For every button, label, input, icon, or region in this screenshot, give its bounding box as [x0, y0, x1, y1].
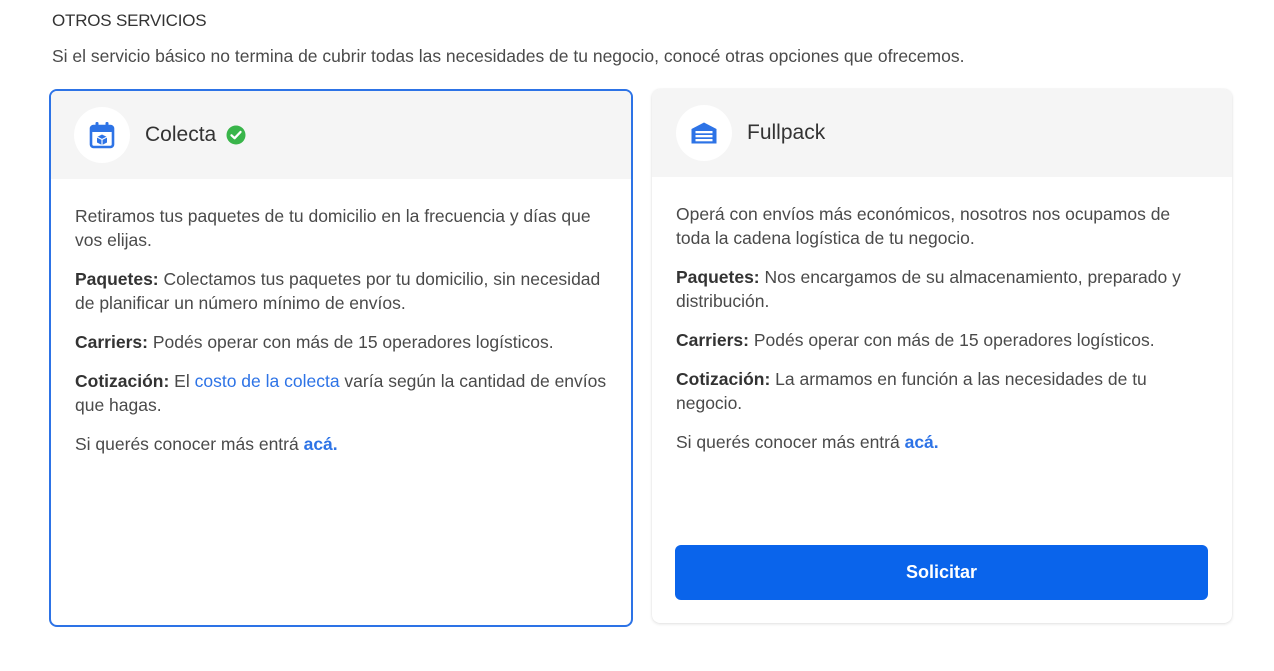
colecta-more: Si querés conocer más entrá acá.	[75, 432, 607, 456]
colecta-carriers: Carriers: Podés operar con más de 15 ope…	[75, 330, 607, 354]
fullpack-intro: Operá con envíos más económicos, nosotro…	[676, 204, 1171, 248]
fullpack-paquetes-label: Paquetes:	[676, 267, 760, 287]
colecta-carriers-label: Carriers:	[75, 332, 148, 352]
fullpack-card[interactable]: Fullpack Operá con envíos más económicos…	[652, 89, 1232, 623]
fullpack-carriers-text: Podés operar con más de 15 operadores lo…	[748, 330, 1155, 350]
colecta-paquetes-label: Paquetes:	[75, 269, 159, 289]
fullpack-carriers-label: Carriers:	[676, 330, 749, 350]
fullpack-carriers: Carriers: Podés operar con más de 15 ope…	[676, 328, 1208, 352]
fullpack-more-link[interactable]: acá.	[905, 432, 939, 452]
colecta-cotizacion-pre: El	[169, 371, 195, 391]
fullpack-card-header: Fullpack	[652, 89, 1232, 177]
colecta-more-text: Si querés conocer más entrá	[75, 434, 304, 454]
fullpack-cotizacion: Cotización: La armamos en función a las …	[676, 367, 1208, 415]
section-title: OTROS SERVICIOS	[52, 11, 207, 30]
fullpack-more: Si querés conocer más entrá acá.	[676, 430, 1208, 454]
colecta-carriers-text: Podés operar con más de 15 operadores lo…	[147, 332, 554, 352]
colecta-cotizacion-label: Cotización:	[75, 371, 170, 391]
colecta-title-text: Colecta	[145, 123, 217, 146]
calendar-box-icon	[89, 122, 115, 149]
colecta-card[interactable]: Colecta Retiramos tus paquetes de tu dom…	[49, 89, 633, 627]
colecta-card-body: Retiramos tus paquetes de tu domicilio e…	[51, 179, 631, 456]
fullpack-cotizacion-label: Cotización:	[676, 369, 771, 389]
section-description: Si el servicio básico no termina de cubr…	[52, 46, 965, 66]
fullpack-title: Fullpack	[747, 121, 825, 145]
colecta-paquetes: Paquetes: Colectamos tus paquetes por tu…	[75, 267, 607, 315]
fullpack-title-text: Fullpack	[747, 121, 826, 144]
colecta-card-header: Colecta	[51, 91, 631, 179]
warehouse-icon	[691, 122, 717, 144]
fullpack-paquetes: Paquetes: Nos encargamos de su almacenam…	[676, 265, 1208, 313]
colecta-cotizacion: Cotización: El costo de la colecta varía…	[75, 369, 607, 417]
solicitar-button[interactable]: Solicitar	[675, 545, 1208, 600]
colecta-title: Colecta	[145, 123, 246, 147]
costo-colecta-link[interactable]: costo de la colecta	[195, 371, 340, 391]
fullpack-more-text: Si querés conocer más entrá	[676, 432, 905, 452]
check-circle-icon	[226, 125, 246, 145]
colecta-icon-circle	[74, 107, 130, 163]
colecta-more-link[interactable]: acá.	[304, 434, 338, 454]
fullpack-card-body: Operá con envíos más económicos, nosotro…	[652, 177, 1232, 454]
colecta-intro: Retiramos tus paquetes de tu domicilio e…	[75, 206, 591, 250]
fullpack-icon-circle	[676, 105, 732, 161]
